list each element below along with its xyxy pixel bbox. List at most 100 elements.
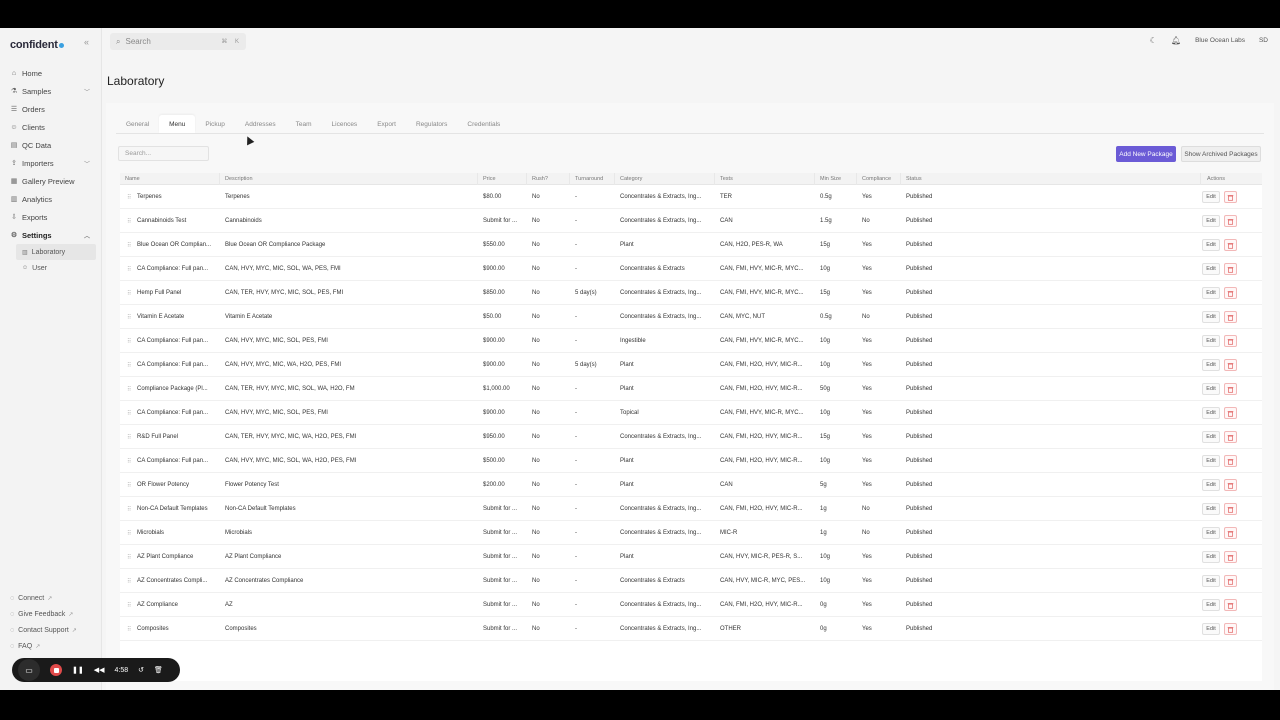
- tab-team[interactable]: Team: [286, 115, 322, 133]
- workspace-name[interactable]: Blue Ocean Labs: [1195, 37, 1245, 44]
- table-row[interactable]: ⠿ Compliance Package (Pl... CAN, TER, HVY,…: [120, 377, 1262, 401]
- collapse-sidebar-icon[interactable]: «: [84, 37, 89, 47]
- delete-button[interactable]: [1224, 599, 1237, 611]
- drag-handle-icon[interactable]: ⠿: [127, 242, 131, 249]
- column-header-turnaround[interactable]: Turnaround: [570, 173, 615, 185]
- footer-link-faq[interactable]: ◌ FAQ ↗: [0, 638, 102, 654]
- table-row[interactable]: ⠿ Composites Composites Submit for ... No - Co…: [120, 617, 1262, 641]
- table-row[interactable]: ⠿ Non-CA Default Templates Non-CA Default …: [120, 497, 1262, 521]
- delete-button[interactable]: [1224, 239, 1237, 251]
- edit-button[interactable]: Edit: [1202, 479, 1220, 491]
- drag-handle-icon[interactable]: ⠿: [127, 266, 131, 273]
- logo[interactable]: confident: [10, 39, 64, 51]
- edit-button[interactable]: Edit: [1202, 191, 1220, 203]
- table-row[interactable]: ⠿ Terpenes Terpenes $80.00 No - Concentrates &…: [120, 185, 1262, 209]
- drag-handle-icon[interactable]: ⠿: [127, 218, 131, 225]
- tab-pickup[interactable]: Pickup: [195, 115, 235, 133]
- tab-regulators[interactable]: Regulators: [406, 115, 457, 133]
- table-row[interactable]: ⠿ AZ Concentrates Compli... AZ Concentrate…: [120, 569, 1262, 593]
- tab-addresses[interactable]: Addresses: [235, 115, 286, 133]
- footer-link-give-feedback[interactable]: ◌ Give Feedback ↗: [0, 606, 102, 622]
- footer-link-contact-support[interactable]: ◌ Contact Support ↗: [0, 622, 102, 638]
- edit-button[interactable]: Edit: [1202, 383, 1220, 395]
- edit-button[interactable]: Edit: [1202, 431, 1220, 443]
- package-search-input[interactable]: Search...: [118, 146, 209, 161]
- edit-button[interactable]: Edit: [1202, 575, 1220, 587]
- edit-button[interactable]: Edit: [1202, 287, 1220, 299]
- sidebar-item-importers[interactable]: ⇪ Importers ﹀: [0, 154, 102, 172]
- drag-handle-icon[interactable]: ⠿: [127, 434, 131, 441]
- tab-general[interactable]: General: [116, 115, 159, 133]
- column-header-status[interactable]: Status: [901, 173, 1201, 185]
- sidebar-item-samples[interactable]: ⚗ Samples ﹀: [0, 82, 102, 100]
- drag-handle-icon[interactable]: ⠿: [127, 314, 131, 321]
- drag-handle-icon[interactable]: ⠿: [127, 290, 131, 297]
- edit-button[interactable]: Edit: [1202, 239, 1220, 251]
- edit-button[interactable]: Edit: [1202, 599, 1220, 611]
- bell-icon[interactable]: 🔔︎: [1171, 36, 1181, 45]
- column-header-rush[interactable]: Rush?: [527, 173, 570, 185]
- column-header-name[interactable]: Name: [120, 173, 220, 185]
- drag-handle-icon[interactable]: ⠿: [127, 482, 131, 489]
- drag-handle-icon[interactable]: ⠿: [127, 578, 131, 585]
- delete-button[interactable]: [1224, 575, 1237, 587]
- edit-button[interactable]: Edit: [1202, 335, 1220, 347]
- column-header-compliance[interactable]: Compliance: [857, 173, 901, 185]
- sidebar-item-orders[interactable]: ☰ Orders: [0, 100, 102, 118]
- delete-button[interactable]: [1224, 455, 1237, 467]
- sidebar-subitem-laboratory[interactable]: ▥ Laboratory: [16, 244, 96, 260]
- sidebar-item-home[interactable]: ⌂ Home: [0, 64, 102, 82]
- column-header-description[interactable]: Description: [220, 173, 478, 185]
- edit-button[interactable]: Edit: [1202, 407, 1220, 419]
- delete-button[interactable]: [1224, 383, 1237, 395]
- stop-recording-button[interactable]: [50, 664, 62, 676]
- tab-export[interactable]: Export: [367, 115, 406, 133]
- table-row[interactable]: ⠿ Microbials Microbials Submit for ... No - Co…: [120, 521, 1262, 545]
- delete-button[interactable]: [1224, 191, 1237, 203]
- rewind-icon[interactable]: ◀◀: [94, 666, 105, 674]
- edit-button[interactable]: Edit: [1202, 215, 1220, 227]
- delete-button[interactable]: [1224, 311, 1237, 323]
- tab-menu[interactable]: Menu: [159, 115, 196, 133]
- drag-handle-icon[interactable]: ⠿: [127, 530, 131, 537]
- delete-button[interactable]: [1224, 479, 1237, 491]
- edit-button[interactable]: Edit: [1202, 311, 1220, 323]
- column-header-category[interactable]: Category: [615, 173, 715, 185]
- drag-handle-icon[interactable]: ⠿: [127, 362, 131, 369]
- table-row[interactable]: ⠿ CA Compliance: Full pan... CAN, HVY, MYC…: [120, 329, 1262, 353]
- show-archived-packages-button[interactable]: Show Archived Packages: [1181, 146, 1261, 162]
- column-header-price[interactable]: Price: [478, 173, 527, 185]
- sidebar-item-gallery-preview[interactable]: ▦ Gallery Preview: [0, 172, 102, 190]
- trash-icon[interactable]: 🗑︎: [154, 666, 163, 674]
- table-row[interactable]: ⠿ OR Flower Potency Flower Potency Test $20…: [120, 473, 1262, 497]
- delete-button[interactable]: [1224, 407, 1237, 419]
- delete-button[interactable]: [1224, 503, 1237, 515]
- drag-handle-icon[interactable]: ⠿: [127, 554, 131, 561]
- table-row[interactable]: ⠿ CA Compliance: Full pan... CAN, HVY, MYC…: [120, 353, 1262, 377]
- table-row[interactable]: ⠿ Cannabinoids Test Cannabinoids Submit for…: [120, 209, 1262, 233]
- footer-link-connect[interactable]: ◌ Connect ↗: [0, 590, 102, 606]
- table-row[interactable]: ⠿ Hemp Full Panel CAN, TER, HVY, MYC, MIC,…: [120, 281, 1262, 305]
- edit-button[interactable]: Edit: [1202, 551, 1220, 563]
- table-row[interactable]: ⠿ CA Compliance: Full pan... CAN, HVY, MYC…: [120, 401, 1262, 425]
- delete-button[interactable]: [1224, 335, 1237, 347]
- drag-handle-icon[interactable]: ⠿: [127, 458, 131, 465]
- drag-handle-icon[interactable]: ⠿: [127, 338, 131, 345]
- drag-handle-icon[interactable]: ⠿: [127, 506, 131, 513]
- sidebar-item-analytics[interactable]: ▥ Analytics: [0, 190, 102, 208]
- delete-button[interactable]: [1224, 359, 1237, 371]
- restart-icon[interactable]: ↺: [138, 666, 144, 674]
- camera-icon[interactable]: ▭: [18, 659, 40, 681]
- edit-button[interactable]: Edit: [1202, 527, 1220, 539]
- edit-button[interactable]: Edit: [1202, 503, 1220, 515]
- column-header-actions[interactable]: Actions: [1202, 173, 1262, 185]
- table-row[interactable]: ⠿ R&D Full Panel CAN, TER, HVY, MYC, MIC, …: [120, 425, 1262, 449]
- column-header-tests[interactable]: Tests: [715, 173, 815, 185]
- delete-button[interactable]: [1224, 263, 1237, 275]
- add-new-package-button[interactable]: Add New Package: [1116, 146, 1176, 162]
- edit-button[interactable]: Edit: [1202, 455, 1220, 467]
- table-row[interactable]: ⠿ AZ Compliance AZ Submit for ... No - Concent…: [120, 593, 1262, 617]
- table-row[interactable]: ⠿ CA Compliance: Full pan... CAN, HVY, MYC…: [120, 449, 1262, 473]
- tab-credentials[interactable]: Credentials: [457, 115, 510, 133]
- sidebar-item-clients[interactable]: ☺ Clients: [0, 118, 102, 136]
